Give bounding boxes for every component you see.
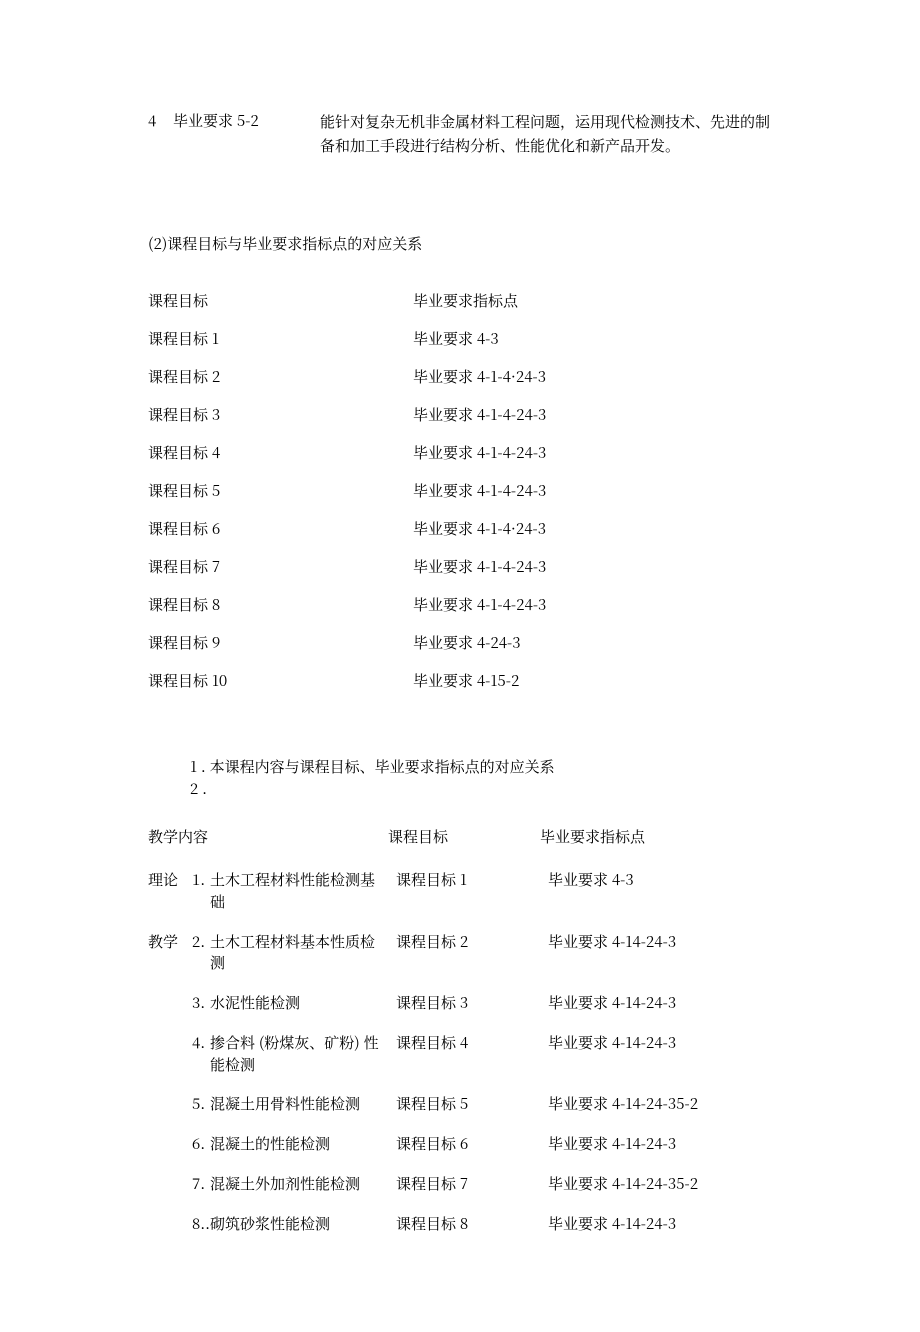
content-row: 3. 水泥性能检测 课程目标 3 毕业要求 4-14-24-3 [148,992,780,1014]
content-item-req: 毕业要求 4-14-24-3 [548,1133,780,1154]
content-item-name: 掺合料 (粉煤灰、矿粉) 性能检测 [210,1032,396,1076]
requirement-id: 毕业要求 5-2 [173,110,320,131]
content-item-goal: 课程目标 6 [396,1133,548,1154]
grad-requirement-label: 毕业要求 4-1-4·24-3 [413,510,780,548]
content-item-name: 水泥性能检测 [210,992,396,1014]
content-category: 理论 [148,869,192,890]
content-row: 7. 混凝土外加剂性能检测 课程目标 7 毕业要求 4-14-24-35-2 [148,1173,780,1195]
content-header-goal: 课程目标 [388,826,540,847]
content-item-number: 8.. [192,1213,210,1234]
content-item-name: 砌筑砂浆性能检测 [210,1213,396,1235]
course-goal-label: 课程目标 6 [148,510,413,548]
content-item-goal: 课程目标 4 [396,1032,548,1053]
mapping-row: 课程目标 1 毕业要求 4-3 [148,320,780,358]
mapping-row: 课程目标 5 毕业要求 4-1-4-24-3 [148,472,780,510]
mapping-row: 课程目标 6 毕业要求 4-1-4·24-3 [148,510,780,548]
course-goal-label: 课程目标 5 [148,472,413,510]
requirement-number: 4 [148,110,173,131]
section-2-title: (2)课程目标与毕业要求指标点的对应关系 [148,233,780,254]
grad-requirement-label: 毕业要求 4-3 [413,320,780,358]
course-goal-label: 课程目标 2 [148,358,413,396]
content-item-name: 土木工程材料性能检测基础 [210,869,396,913]
mapping-table: 课程目标 毕业要求指标点 课程目标 1 毕业要求 4-3 课程目标 2 毕业要求… [148,282,780,700]
content-item-req: 毕业要求 4-14-24-3 [548,992,780,1013]
content-item-number: 2. [192,931,210,952]
content-row: 4. 掺合料 (粉煤灰、矿粉) 性能检测 课程目标 4 毕业要求 4-14-24… [148,1032,780,1076]
content-category: 教学 [148,931,192,952]
course-goal-label: 课程目标 7 [148,548,413,586]
grad-requirement-label: 毕业要求 4-1-4-24-3 [413,472,780,510]
content-item-name: 混凝土外加剂性能检测 [210,1173,396,1195]
requirement-row-4: 4 毕业要求 5-2 能针对复杂无机非金属材料工程问题，运用现代检测技术、先进的… [148,110,780,158]
content-row: 5. 混凝土用骨料性能检测 课程目标 5 毕业要求 4-14-24-35-2 [148,1093,780,1115]
content-mapping-title-1: 1 . 本课程内容与课程目标、毕业要求指标点的对应关系 [190,756,780,778]
course-goal-label: 课程目标 3 [148,396,413,434]
grad-requirement-label: 毕业要求 4-15-2 [413,662,780,700]
content-item-req: 毕业要求 4-14-24-3 [548,1032,780,1053]
mapping-row: 课程目标 3 毕业要求 4-1-4-24-3 [148,396,780,434]
grad-requirement-label: 毕业要求 4-1-4-24-3 [413,586,780,624]
content-item-goal: 课程目标 3 [396,992,548,1013]
course-goal-label: 课程目标 9 [148,624,413,662]
content-row: 6. 混凝土的性能检测 课程目标 6 毕业要求 4-14-24-3 [148,1133,780,1155]
content-item-goal: 课程目标 8 [396,1213,548,1234]
content-header-teach: 教学内容 [148,826,388,847]
content-item-goal: 课程目标 1 [396,869,548,890]
content-header-req: 毕业要求指标点 [540,826,780,847]
course-goal-label: 课程目标 4 [148,434,413,472]
content-item-number: 7. [192,1173,210,1194]
content-item-goal: 课程目标 7 [396,1173,548,1194]
content-item-name: 土木工程材料基本性质检测 [210,931,396,975]
requirement-description: 能针对复杂无机非金属材料工程问题，运用现代检测技术、先进的制备和加工手段进行结构… [320,110,780,158]
content-item-goal: 课程目标 5 [396,1093,548,1114]
content-item-number: 5. [192,1093,210,1114]
course-goal-label: 课程目标 1 [148,320,413,358]
mapping-row: 课程目标 9 毕业要求 4-24-3 [148,624,780,662]
mapping-header-right: 毕业要求指标点 [413,282,780,320]
mapping-row: 课程目标 10 毕业要求 4-15-2 [148,662,780,700]
content-item-name: 混凝土的性能检测 [210,1133,396,1155]
course-goal-label: 课程目标 10 [148,662,413,700]
grad-requirement-label: 毕业要求 4-1-4-24-3 [413,396,780,434]
content-item-number: 3. [192,992,210,1013]
mapping-row: 课程目标 7 毕业要求 4-1-4-24-3 [148,548,780,586]
content-mapping-title-2: 2 . [190,778,780,800]
content-item-number: 6. [192,1133,210,1154]
mapping-row: 课程目标 4 毕业要求 4-1-4-24-3 [148,434,780,472]
grad-requirement-label: 毕业要求 4-1-4-24-3 [413,548,780,586]
course-goal-label: 课程目标 8 [148,586,413,624]
content-item-req: 毕业要求 4-14-24-3 [548,1213,780,1234]
content-table: 教学内容 课程目标 毕业要求指标点 理论 1. 土木工程材料性能检测基础 课程目… [148,826,780,1234]
mapping-header-row: 课程目标 毕业要求指标点 [148,282,780,320]
grad-requirement-label: 毕业要求 4-24-3 [413,624,780,662]
content-row: 8.. 砌筑砂浆性能检测 课程目标 8 毕业要求 4-14-24-3 [148,1213,780,1235]
mapping-header-left: 课程目标 [148,282,413,320]
mapping-row: 课程目标 2 毕业要求 4-1-4·24-3 [148,358,780,396]
content-header-row: 教学内容 课程目标 毕业要求指标点 [148,826,780,847]
content-item-req: 毕业要求 4-14-24-35-2 [548,1093,780,1114]
content-item-number: 4. [192,1032,210,1053]
content-item-req: 毕业要求 4-14-24-3 [548,931,780,952]
content-item-req: 毕业要求 4-14-24-35-2 [548,1173,780,1194]
content-item-number: 1. [192,869,210,890]
grad-requirement-label: 毕业要求 4-1-4·24-3 [413,358,780,396]
mapping-row: 课程目标 8 毕业要求 4-1-4-24-3 [148,586,780,624]
content-item-goal: 课程目标 2 [396,931,548,952]
content-item-req: 毕业要求 4-3 [548,869,780,890]
content-row: 教学 2. 土木工程材料基本性质检测 课程目标 2 毕业要求 4-14-24-3 [148,931,780,975]
content-item-name: 混凝土用骨料性能检测 [210,1093,396,1115]
grad-requirement-label: 毕业要求 4-1-4-24-3 [413,434,780,472]
document-page: 4 毕业要求 5-2 能针对复杂无机非金属材料工程问题，运用现代检测技术、先进的… [0,0,920,1332]
content-row: 理论 1. 土木工程材料性能检测基础 课程目标 1 毕业要求 4-3 [148,869,780,913]
